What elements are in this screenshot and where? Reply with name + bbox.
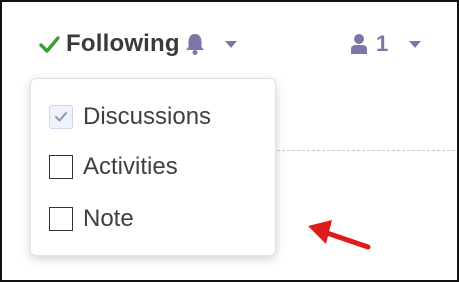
- menu-item-discussions[interactable]: Discussions: [49, 101, 211, 133]
- following-menu: Discussions Activities Note: [30, 78, 276, 256]
- bell-icon: [185, 34, 204, 55]
- divider: [272, 150, 455, 151]
- menu-item-label: Activities: [83, 153, 178, 180]
- members-count: 1: [376, 31, 389, 56]
- following-dropdown-button[interactable]: Following: [38, 26, 238, 62]
- menu-item-label: Discussions: [83, 103, 212, 130]
- members-dropdown-button[interactable]: 1: [350, 26, 422, 62]
- menu-item-activities[interactable]: Activities: [49, 151, 178, 183]
- toolbar: Following 1: [2, 2, 457, 82]
- chevron-down-icon: [224, 41, 237, 48]
- annotation-arrow-icon: [308, 220, 371, 250]
- activities-checkbox[interactable]: [49, 155, 73, 179]
- menu-item-label: Note: [83, 205, 134, 232]
- screenshot-frame: Following 1 Discussions Activities Note: [0, 0, 459, 282]
- menu-item-note[interactable]: Note: [49, 203, 134, 235]
- user-icon: [351, 34, 367, 54]
- check-icon: [55, 112, 67, 122]
- check-icon: [39, 36, 60, 53]
- note-checkbox[interactable]: [49, 207, 73, 231]
- chevron-down-icon: [409, 41, 422, 48]
- discussions-checkbox[interactable]: [49, 105, 73, 129]
- following-label: Following: [66, 30, 180, 57]
